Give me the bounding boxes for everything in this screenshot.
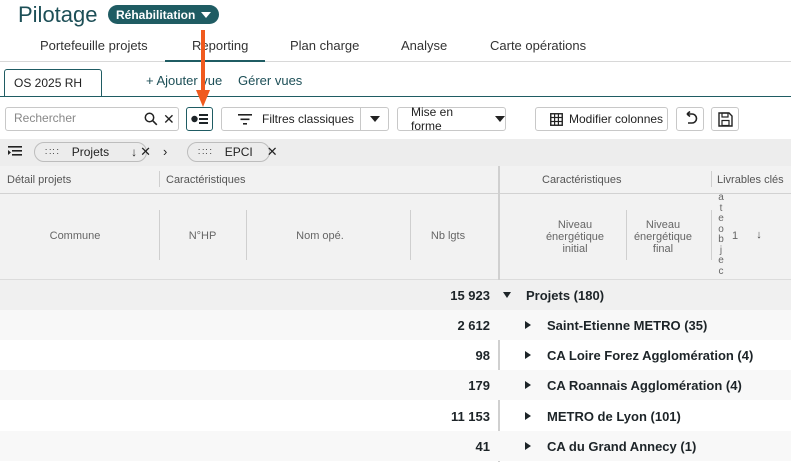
group-header-caracteristiques-right: Caractéristiques [542,174,622,186]
column-header-vertical[interactable]: ateobjec [716,192,726,277]
tab-portefeuille-projets[interactable]: Portefeuille projets [40,38,148,53]
row-nb-lgts: 179 [468,378,490,393]
table-row-total[interactable]: 15 923 Projets (180) [0,280,791,310]
column-separator [711,210,712,260]
column-separator [410,210,411,260]
column-header-nb-lgts[interactable]: Nb lgts [412,230,484,242]
group-header-livrables: Livrables clés [717,174,784,186]
group-chip-projets[interactable]: ∷∷ Projets ↓ ✕ [34,142,151,162]
group-chip-label: Projets [71,145,110,159]
add-view-link[interactable]: + Ajouter vue [146,73,222,88]
row-group-label: METRO de Lyon (101) [547,409,681,424]
filters-dropdown-button[interactable] [360,107,389,131]
context-dropdown-label: Réhabilitation [116,7,196,22]
row-nb-lgts: 11 153 [450,409,490,424]
save-icon [717,111,733,127]
column-separator [626,210,627,260]
column-separator [711,171,712,187]
edit-columns-label: Modifier colonnes [569,112,664,126]
drag-handle-icon[interactable]: ∷∷ [198,147,213,158]
remove-group-icon[interactable]: ✕ [267,144,278,160]
row-group-label: Saint-Etienne METRO (35) [547,318,708,333]
collapse-arrow-icon[interactable] [503,292,511,298]
column-header-nhp[interactable]: N°HP [165,230,240,242]
row-group-label: Projets (180) [526,288,605,303]
filter-icon [238,113,252,125]
grouping-icon [8,146,22,156]
format-dropdown-button[interactable]: Mise en forme [397,105,506,133]
clear-search-icon[interactable]: ✕ [163,111,175,128]
group-header-detail: Détail projets [7,174,72,186]
search-input[interactable] [14,111,138,125]
save-view-button[interactable] [711,107,739,131]
table-row[interactable]: 98 CA Loire Forez Agglomération (4) [0,340,791,370]
classic-filters-button[interactable]: Filtres classiques [221,107,361,131]
tab-plan-charge[interactable]: Plan charge [290,38,359,53]
table-row[interactable]: 41 CA du Grand Annecy (1) [0,431,791,461]
format-label: Mise en forme [411,105,454,133]
chevron-down-icon [201,11,212,18]
reset-button[interactable] [676,107,704,131]
main-tabs: Portefeuille projets Reporting Plan char… [0,30,791,60]
tab-carte-operations[interactable]: Carte opérations [490,38,586,53]
row-nb-lgts: 98 [475,348,490,363]
header-divider [0,193,498,194]
group-chip-epci[interactable]: ∷∷ EPCI ✕ [187,142,278,162]
column-separator [246,210,247,260]
sort-desc-icon[interactable]: ↓ [131,145,137,159]
active-tab-indicator [165,60,265,62]
manage-views-link[interactable]: Gérer vues [238,73,302,88]
column-header-niveau-final[interactable]: Niveau énergétique final [628,219,698,255]
column-header-livrable-1[interactable]: 1 [729,230,741,242]
column-separator [159,171,160,187]
classic-filters-label: Filtres classiques [262,112,355,126]
expand-arrow-icon[interactable] [525,351,531,359]
expand-arrow-icon[interactable] [525,412,531,420]
tabs-divider [0,61,791,62]
chevron-right-icon: › [163,144,168,159]
column-header-nom-ope[interactable]: Nom opé. [280,230,360,242]
chevron-down-icon [495,116,505,122]
row-group-label: CA Loire Forez Agglomération (4) [547,348,754,363]
vertical-letters: ateobjec [718,192,724,277]
drag-handle-icon[interactable]: ∷∷ [45,147,60,158]
group-chip-label: EPCI [224,145,253,159]
list-detail-icon [190,114,208,124]
expand-arrow-icon[interactable] [525,321,531,329]
grouping-bar: ∷∷ Projets ↓ ✕ › ∷∷ EPCI ✕ [0,139,791,166]
edit-columns-button[interactable]: Modifier colonnes [535,107,668,131]
row-nb-lgts: 41 [475,439,490,454]
annotation-arrow-icon [196,30,210,107]
table-columns-icon [550,112,563,126]
page-title: Pilotage [18,2,98,27]
views-divider [0,96,791,97]
expand-arrow-icon[interactable] [525,442,531,450]
table-row[interactable]: 11 153 METRO de Lyon (101) [0,401,791,431]
remove-group-icon[interactable]: ✕ [140,144,151,160]
row-group-label: CA du Grand Annecy (1) [547,439,697,454]
group-header-caracteristiques: Caractéristiques [166,174,246,186]
chevron-down-icon [369,116,380,122]
row-group-label: CA Roannais Agglomération (4) [547,378,742,393]
row-nb-lgts: 15 923 [450,288,490,303]
search-icon[interactable] [144,112,158,126]
header-divider [500,193,791,194]
undo-icon [686,111,698,124]
sort-arrow-icon[interactable]: ↓ [752,229,766,241]
expand-arrow-icon[interactable] [525,381,531,389]
view-tab-current[interactable]: OS 2025 RH [4,69,102,96]
tab-analyse[interactable]: Analyse [401,38,447,53]
column-header-commune[interactable]: Commune [40,230,110,242]
table-row[interactable]: 179 CA Roannais Agglomération (4) [0,370,791,400]
search-box: ✕ [5,107,179,131]
column-separator [159,210,160,260]
column-header-niveau-initial[interactable]: Niveau énergétique initial [540,219,610,255]
table-row[interactable]: 2 612 Saint-Etienne METRO (35) [0,310,791,340]
toggle-details-button[interactable] [186,107,213,131]
context-dropdown[interactable]: Réhabilitation [108,5,220,24]
row-nb-lgts: 2 612 [457,318,490,333]
